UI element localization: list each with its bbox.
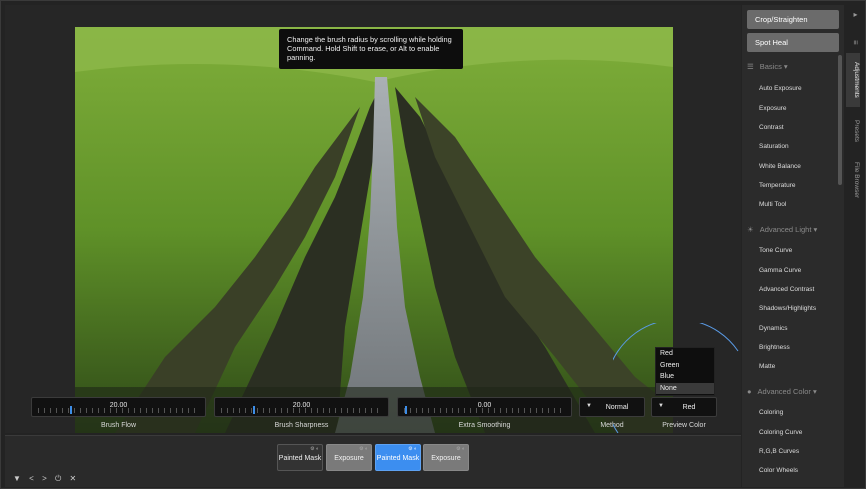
- section-title: Advanced Light: [759, 225, 812, 234]
- brush-tooltip: Change the brush radius by scrolling whi…: [279, 29, 463, 69]
- app-window: Change the brush radius by scrolling whi…: [0, 0, 866, 489]
- prev-icon[interactable]: <: [29, 474, 34, 483]
- node-label: Exposure: [431, 455, 461, 462]
- adj-temperature[interactable]: Temperature: [759, 182, 796, 189]
- photo-canyon[interactable]: [75, 27, 673, 433]
- canvas-area[interactable]: Change the brush radius by scrolling whi…: [5, 5, 741, 433]
- adjustments-panel: Crop/Straighten Spot Heal ☰ Basics ▾ Auto…: [742, 5, 844, 487]
- node-painted-mask-2[interactable]: ⚙ ◐ Painted Mask: [375, 444, 421, 471]
- panel-scrollbar[interactable]: [838, 55, 842, 185]
- adj-coloring[interactable]: Coloring: [759, 409, 783, 416]
- node-settings-icon[interactable]: ⚙ ◐: [456, 446, 465, 452]
- adj-multi-tool[interactable]: Multi Tool: [759, 201, 786, 208]
- node-label: Painted Mask: [278, 455, 322, 462]
- adj-coloring-curve[interactable]: Coloring Curve: [759, 429, 802, 436]
- brush-flow-track: [38, 408, 199, 413]
- node-label: Painted Mask: [376, 455, 420, 462]
- brush-radius-circle: [613, 323, 739, 433]
- side-tabs: ▸ ≡ Adjustments Presets File Browser: [844, 5, 864, 487]
- extra-smoothing-label: Extra Smoothing: [458, 422, 511, 429]
- extra-smoothing-thumb[interactable]: [405, 406, 407, 414]
- next-icon[interactable]: >: [42, 474, 47, 483]
- chevron-down-icon: ▾: [813, 225, 818, 234]
- node-exposure-2[interactable]: ⚙ ◐ Exposure: [423, 444, 469, 471]
- tab-adjustments[interactable]: Adjustments: [846, 53, 860, 107]
- layer-strip: ⚙ ◐ Painted Mask ⚙ ◐ Exposure ⚙ ◐ Painte…: [5, 435, 741, 487]
- spot-heal-button[interactable]: Spot Heal: [747, 33, 839, 52]
- adj-brightness[interactable]: Brightness: [759, 344, 790, 351]
- section-basics[interactable]: ☰ Basics ▾: [747, 62, 788, 71]
- canyon-photo-illustration: [75, 27, 673, 433]
- adj-saturation[interactable]: Saturation: [759, 143, 789, 150]
- adj-shadows-highlights[interactable]: Shadows/Highlights: [759, 305, 816, 312]
- palette-icon: ●: [747, 387, 752, 396]
- sliders-icon: ☰: [747, 62, 754, 71]
- section-advanced-color[interactable]: ● Advanced Color ▾: [747, 387, 817, 396]
- brush-sharpness-track: [221, 408, 382, 413]
- extra-smoothing-track: [404, 408, 565, 413]
- brush-flow-label: Brush Flow: [100, 422, 136, 429]
- collapse-icon[interactable]: ▼: [13, 474, 21, 483]
- node-settings-icon[interactable]: ⚙ ◐: [310, 446, 319, 452]
- power-icon[interactable]: ⏻: [55, 474, 61, 483]
- adj-advanced-contrast[interactable]: Advanced Contrast: [759, 286, 814, 293]
- chevron-down-icon: ▾: [783, 62, 788, 71]
- adj-auto-exposure[interactable]: Auto Exposure: [759, 85, 802, 92]
- node-exposure-1[interactable]: ⚙ ◐ Exposure: [326, 444, 372, 471]
- panel-toggle-icon[interactable]: ▸: [846, 7, 860, 21]
- tab-presets[interactable]: Presets: [846, 113, 860, 149]
- bottom-toolbar: ▼ < > ⏻ ✕: [13, 474, 82, 484]
- sun-icon: ☀: [747, 225, 754, 234]
- tab-file-browser[interactable]: File Browser: [846, 157, 860, 203]
- crop-straighten-button[interactable]: Crop/Straighten: [747, 10, 839, 29]
- adj-color-wheels[interactable]: Color Wheels: [759, 467, 798, 474]
- chevron-down-icon: ▾: [813, 387, 817, 396]
- node-label: Exposure: [334, 455, 364, 462]
- menu-icon[interactable]: ≡: [846, 35, 860, 49]
- adj-exposure[interactable]: Exposure: [759, 105, 786, 112]
- section-title: Advanced Color: [757, 387, 811, 396]
- brush-sharpness-label: Brush Sharpness: [274, 422, 329, 429]
- close-icon[interactable]: ✕: [70, 474, 77, 483]
- adj-dynamics[interactable]: Dynamics: [759, 325, 788, 332]
- node-painted-mask-1[interactable]: ⚙ ◐ Painted Mask: [277, 444, 323, 471]
- section-title: Basics: [759, 62, 782, 71]
- adj-white-balance[interactable]: White Balance: [759, 163, 801, 170]
- adj-gamma-curve[interactable]: Gamma Curve: [759, 267, 801, 274]
- adj-contrast[interactable]: Contrast: [759, 124, 784, 131]
- extra-smoothing-slider[interactable]: 0.00: [397, 397, 572, 417]
- brush-sharpness-thumb[interactable]: [253, 406, 255, 414]
- brush-sharpness-slider[interactable]: 20.00: [214, 397, 389, 417]
- adj-tone-curve[interactable]: Tone Curve: [759, 247, 792, 254]
- brush-flow-thumb[interactable]: [70, 406, 72, 414]
- adj-rgb-curves[interactable]: R,G,B Curves: [759, 448, 799, 455]
- section-advanced-light[interactable]: ☀ Advanced Light ▾: [747, 225, 817, 234]
- node-settings-icon[interactable]: ⚙ ◐: [408, 446, 417, 452]
- adj-matte[interactable]: Matte: [759, 363, 775, 370]
- brush-flow-slider[interactable]: 20.00: [31, 397, 206, 417]
- node-settings-icon[interactable]: ⚙ ◐: [359, 446, 368, 452]
